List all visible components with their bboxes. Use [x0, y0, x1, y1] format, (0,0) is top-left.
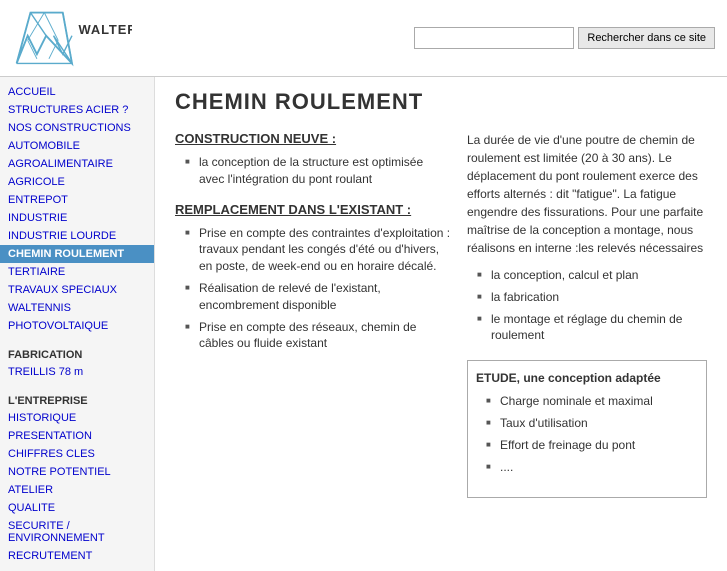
sidebar-item-historique[interactable]: HISTORIQUE — [0, 409, 154, 427]
search-area: Rechercher dans ce site — [414, 27, 715, 49]
list-item: la conception, calcul et plan — [477, 267, 707, 284]
etude-box: ETUDE, une conception adaptée Charge nom… — [467, 360, 707, 498]
section2-heading: REMPLACEMENT DANS L'EXISTANT : — [175, 202, 451, 217]
sidebar-item-photovoltaique[interactable]: PHOTOVOLTAIQUE — [0, 317, 154, 335]
logo-icon: WALTEFAUGLE — [12, 8, 132, 68]
sidebar-item-qualite[interactable]: QUALITE — [0, 499, 154, 517]
list-item: le montage et réglage du chemin de roule… — [477, 311, 707, 345]
list-item: la conception de la structure est optimi… — [185, 154, 451, 188]
search-input[interactable] — [414, 27, 574, 49]
sidebar-item-recrutement[interactable]: RECRUTEMENT — [0, 547, 154, 565]
sidebar-item-constructions[interactable]: NOS CONSTRUCTIONS — [0, 119, 154, 137]
sidebar-item-industrie-lourde[interactable]: INDUSTRIE LOURDE — [0, 227, 154, 245]
sidebar-item-waltennis[interactable]: WALTENNIS — [0, 299, 154, 317]
sidebar-item-structures[interactable]: STRUCTURES ACIER ? — [0, 101, 154, 119]
etude-title: ETUDE, une conception adaptée — [476, 369, 698, 387]
list-item: Effort de freinage du pont — [486, 437, 698, 454]
sidebar: ACCUEIL STRUCTURES ACIER ? NOS CONSTRUCT… — [0, 77, 155, 571]
sidebar-item-accueil[interactable]: ACCUEIL — [0, 83, 154, 101]
list-item: Taux d'utilisation — [486, 415, 698, 432]
sidebar-item-treillis[interactable]: TREILLIS 78 m — [0, 363, 154, 381]
entreprise-label: L'ENTREPRISE — [0, 387, 154, 409]
sidebar-item-industrie[interactable]: INDUSTRIE — [0, 209, 154, 227]
section1-heading: CONSTRUCTION NEUVE : — [175, 131, 451, 146]
content-columns: CONSTRUCTION NEUVE : la conception de la… — [175, 131, 707, 498]
section2-bullets: Prise en compte des contraintes d'exploi… — [175, 225, 451, 353]
sidebar-item-presentation[interactable]: PRESENTATION — [0, 427, 154, 445]
sidebar-item-chemin-roulement[interactable]: CHEMIN ROULEMENT — [0, 245, 154, 263]
content-left: CONSTRUCTION NEUVE : la conception de la… — [175, 131, 451, 498]
etude-bullets: Charge nominale et maximal Taux d'utilis… — [476, 393, 698, 475]
header: WALTEFAUGLE Rechercher dans ce site — [0, 0, 727, 77]
list-item: Charge nominale et maximal — [486, 393, 698, 410]
sidebar-item-tertiaire[interactable]: TERTIAIRE — [0, 263, 154, 281]
layout: ACCUEIL STRUCTURES ACIER ? NOS CONSTRUCT… — [0, 77, 727, 571]
content-right: La durée de vie d'une poutre de chemin d… — [467, 131, 707, 498]
list-item: Prise en compte des contraintes d'exploi… — [185, 225, 451, 275]
section1-bullets: la conception de la structure est optimi… — [175, 154, 451, 188]
svg-text:WALTEFAUGLE: WALTEFAUGLE — [78, 22, 132, 37]
sidebar-item-notre-potentiel[interactable]: NOTRE POTENTIEL — [0, 463, 154, 481]
search-button[interactable]: Rechercher dans ce site — [578, 27, 715, 49]
sidebar-item-securite[interactable]: SECURITE / ENVIRONNEMENT — [0, 517, 154, 547]
right-bullets: la conception, calcul et plan la fabrica… — [467, 267, 707, 344]
sidebar-nav: ACCUEIL STRUCTURES ACIER ? NOS CONSTRUCT… — [0, 83, 154, 335]
page-title: CHEMIN ROULEMENT — [175, 89, 707, 115]
sidebar-item-chiffres-cles[interactable]: CHIFFRES CLES — [0, 445, 154, 463]
fabrication-label: FABRICATION — [0, 341, 154, 363]
sidebar-item-travaux-speciaux[interactable]: TRAVAUX SPECIAUX — [0, 281, 154, 299]
sidebar-item-agroalimentaire[interactable]: AGROALIMENTAIRE — [0, 155, 154, 173]
sidebar-item-agricole[interactable]: AGRICOLE — [0, 173, 154, 191]
list-item: .... — [486, 459, 698, 476]
right-paragraph: La durée de vie d'une poutre de chemin d… — [467, 131, 707, 257]
sidebar-item-atelier[interactable]: ATELIER — [0, 481, 154, 499]
sidebar-item-automobile[interactable]: AUTOMOBILE — [0, 137, 154, 155]
list-item: Prise en compte des réseaux, chemin de c… — [185, 319, 451, 353]
list-item: Réalisation de relevé de l'existant, enc… — [185, 280, 451, 314]
logo-area: WALTEFAUGLE — [12, 8, 132, 68]
main-content: CHEMIN ROULEMENT CONSTRUCTION NEUVE : la… — [155, 77, 727, 571]
list-item: la fabrication — [477, 289, 707, 306]
sidebar-item-entrepot[interactable]: ENTREPOT — [0, 191, 154, 209]
